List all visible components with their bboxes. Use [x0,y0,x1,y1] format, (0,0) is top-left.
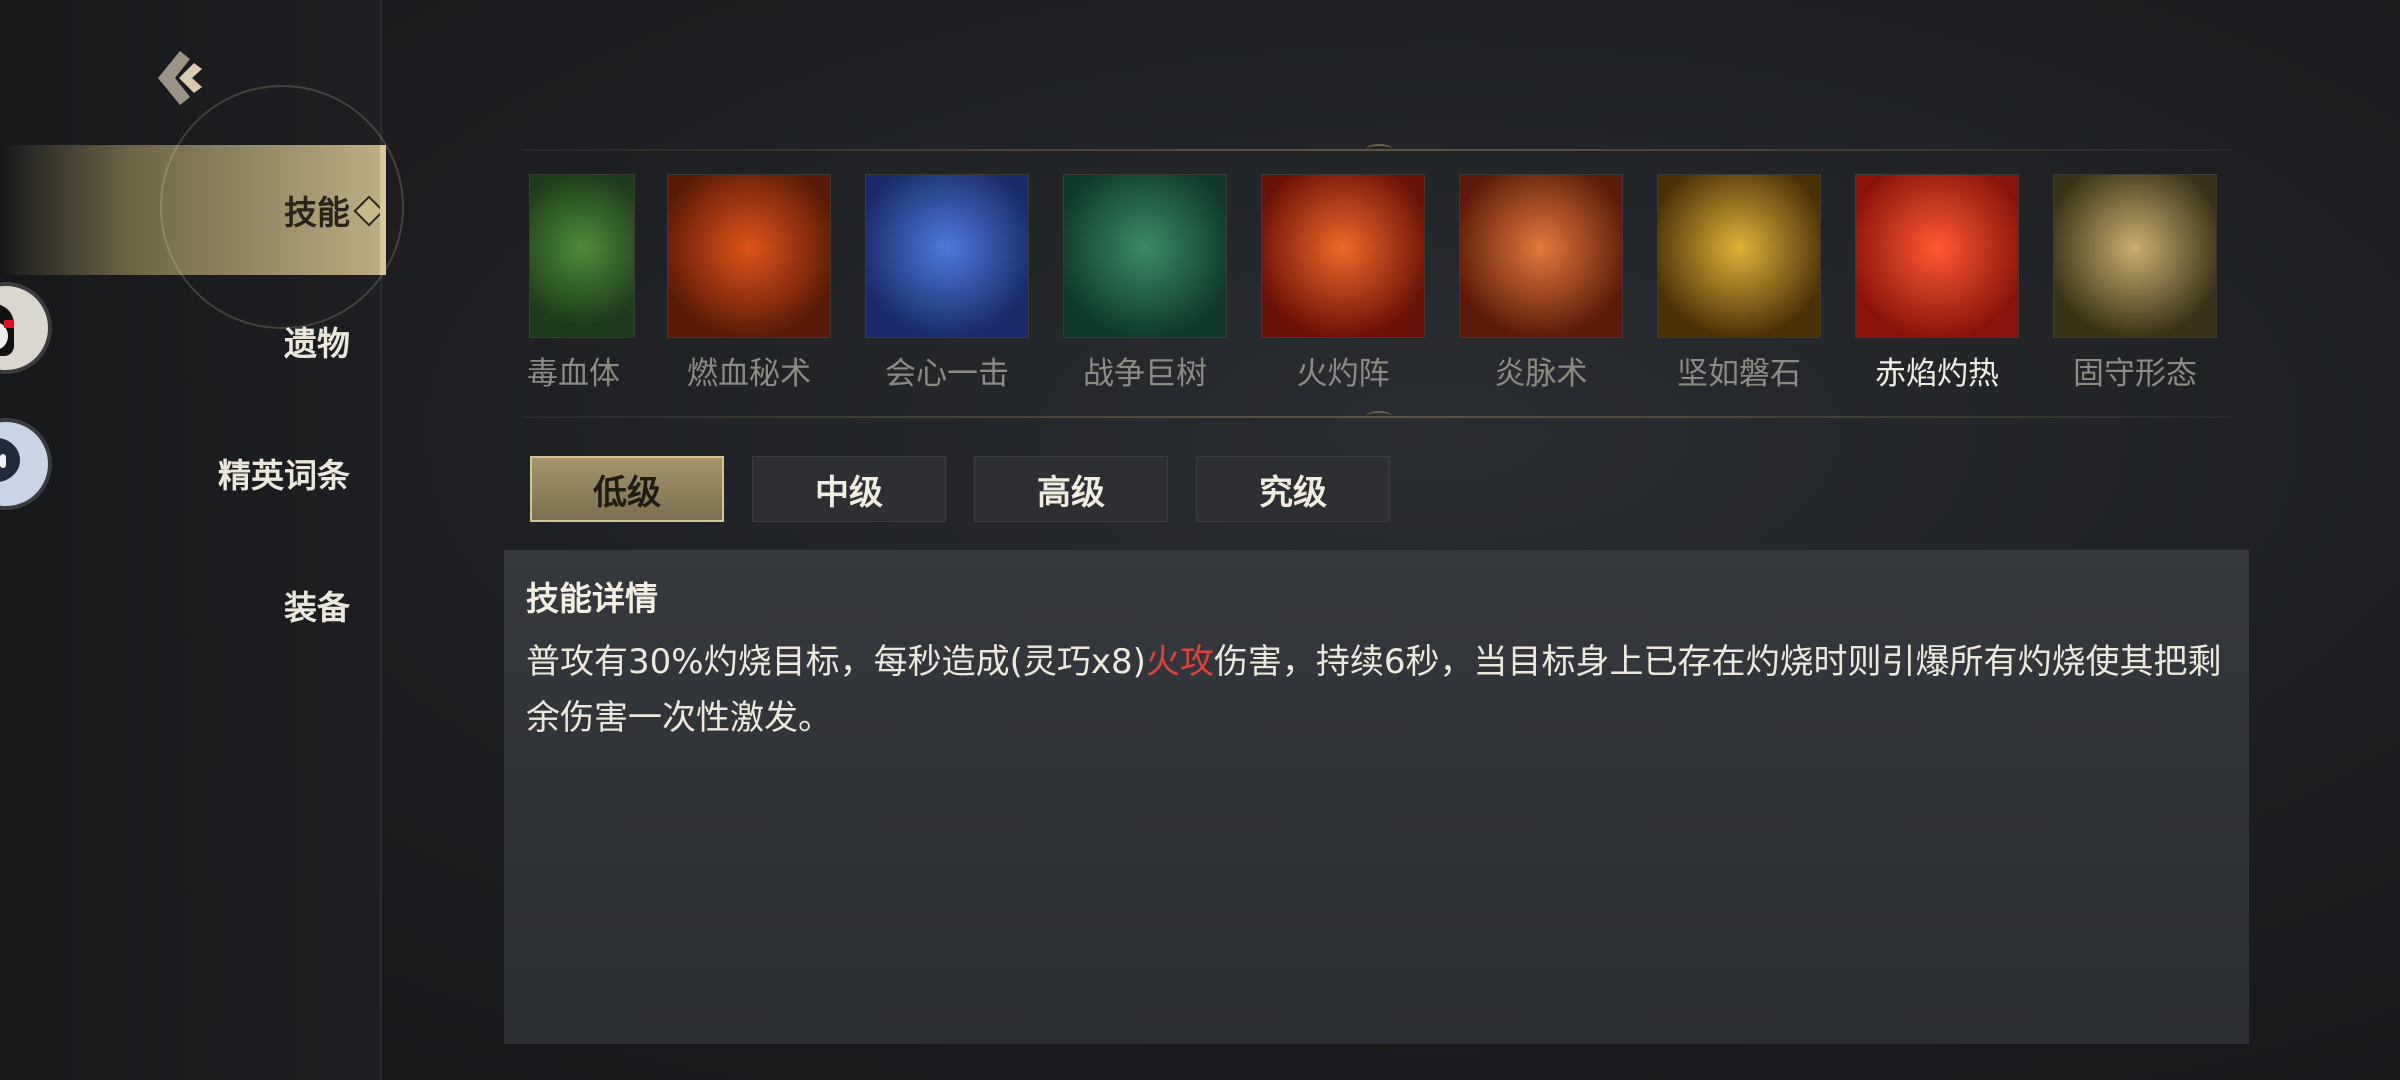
divider-ornament-icon [1366,144,1392,154]
skill-item[interactable]: 燃血秘术 [667,170,831,392]
tier-tab-low[interactable]: 低级 [530,456,724,522]
tier-tab-high[interactable]: 高级 [974,456,1168,522]
skill-name: 战争巨树 [1083,356,1207,392]
skill-icon [529,174,635,338]
back-arrow-icon[interactable] [150,45,216,111]
nav-item-equipment[interactable]: 装备 [0,540,380,670]
nav-item-skills[interactable]: 技能 [0,85,404,329]
skill-name: 毒血体 [527,356,620,392]
skill-icon [1657,174,1821,338]
tier-tabs: 低级 中级 高级 究级 [530,456,1390,522]
skill-icon [1063,174,1227,338]
skill-detail-panel: 技能详情 普攻有30%灼烧目标，每秒造成(灵巧x8)火攻伤害，持续6秒，当目标身… [504,550,2249,1044]
skill-item[interactable]: 炎脉术 [1459,170,1623,392]
skill-icon [2053,174,2217,338]
skill-item[interactable]: 坚如磐石 [1657,170,1821,392]
skill-icon [865,174,1029,338]
skill-item[interactable]: 火灼阵 [1261,170,1425,392]
nav-item-relics[interactable]: 遗物 [0,276,380,406]
skill-name: 火灼阵 [1296,356,1390,392]
tier-tab-ultimate[interactable]: 究级 [1196,456,1390,522]
skill-item-selected[interactable]: 赤焰灼热 [1855,170,2019,392]
detail-text-before: 普攻有30%灼烧目标，每秒造成(灵巧x8) [526,642,1146,682]
detail-description: 普攻有30%灼烧目标，每秒造成(灵巧x8)火攻伤害，持续6秒，当目标身上已存在灼… [526,634,2226,746]
skill-item[interactable]: 会心一击 [865,170,1029,392]
sidebar: 技能 遗物 精英词条 装备 [0,0,404,1080]
skill-icon [1261,174,1425,338]
nav-item-elite-affixes[interactable]: 精英词条 [0,408,380,538]
skill-icon [667,174,831,338]
nav-item-label: 遗物 [284,324,350,363]
detail-title: 技能详情 [526,579,658,618]
skill-name: 燃血秘术 [687,356,811,392]
skill-name: 会心一击 [885,356,1009,392]
divider-ornament-icon [1366,411,1392,421]
skill-icon [1459,174,1623,338]
skill-name: 赤焰灼热 [1875,356,1999,392]
skill-item[interactable]: 固守形态 [2053,170,2217,392]
tier-tab-mid[interactable]: 中级 [752,456,946,522]
skill-icon [1855,174,2019,338]
skill-strip: 毒血体 燃血秘术 会心一击 战争巨树 火灼阵 炎脉术 坚如磐石 赤焰灼热 固守形… [522,170,2222,392]
skill-name: 固守形态 [2073,356,2197,392]
nav-item-label: 精英词条 [218,456,350,495]
nav-item-label: 装备 [284,588,350,627]
skill-item[interactable]: 毒血体 [527,170,637,392]
detail-fire-keyword: 火攻 [1145,642,1214,682]
skill-name: 炎脉术 [1494,356,1588,392]
skill-item[interactable]: 战争巨树 [1063,170,1227,392]
skill-name: 坚如磐石 [1677,356,1801,392]
